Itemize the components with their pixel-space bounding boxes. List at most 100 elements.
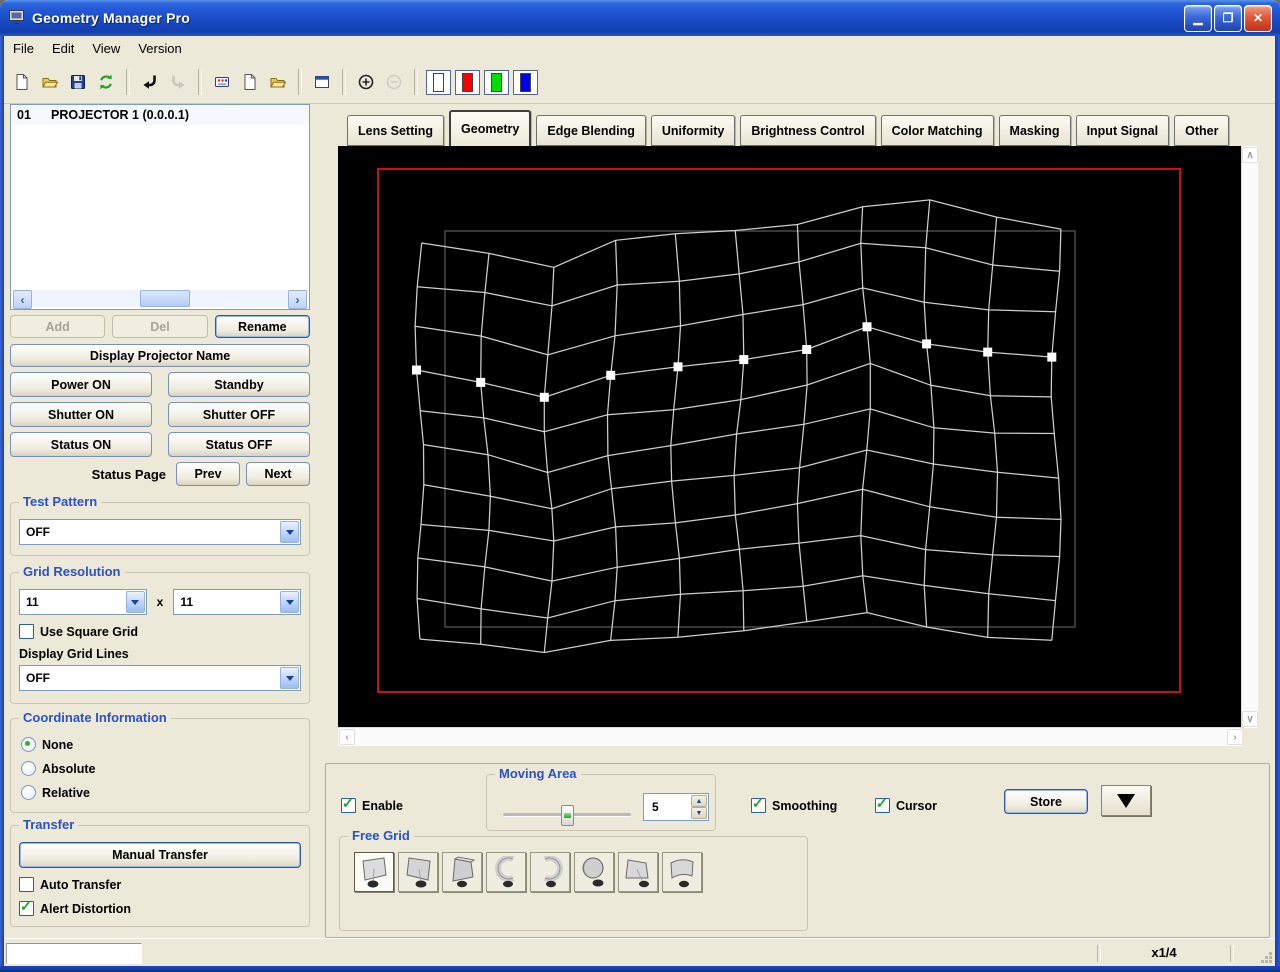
grid-handle[interactable]	[673, 362, 683, 372]
coordinate-option-none[interactable]: None	[21, 737, 299, 752]
projector-list-hscrollbar[interactable]: ‹ ›	[13, 290, 307, 309]
chevron-down-icon[interactable]	[280, 521, 299, 543]
standby-button[interactable]: Standby	[168, 372, 310, 397]
power-on-button[interactable]: Power ON	[10, 372, 152, 397]
status-off-button[interactable]: Status OFF	[168, 432, 310, 457]
minimize-button[interactable]: ▁	[1184, 4, 1212, 32]
cursor-checkbox[interactable]	[875, 795, 890, 813]
store-button[interactable]: Store	[1004, 789, 1088, 814]
alert-distortion-row[interactable]: Alert Distortion	[19, 898, 301, 916]
grid-h-select[interactable]: 11	[19, 589, 147, 615]
use-square-grid-checkbox[interactable]	[19, 624, 34, 639]
radio-absolute[interactable]	[21, 761, 36, 776]
alert-distortion-checkbox[interactable]	[19, 898, 34, 916]
refresh-button[interactable]	[92, 68, 120, 96]
tab-lens-setting[interactable]: Lens Setting	[347, 115, 445, 146]
scrollbar-track[interactable]	[32, 290, 288, 307]
screen-curve-button[interactable]	[662, 852, 702, 892]
zoom-out-button[interactable]	[380, 68, 408, 96]
grid-handle[interactable]	[983, 347, 993, 357]
grid-handle[interactable]	[739, 355, 749, 365]
menu-view[interactable]: View	[83, 38, 129, 59]
cursor-row[interactable]: Cursor	[875, 795, 937, 813]
display-projector-name-button[interactable]: Display Projector Name	[10, 344, 310, 367]
canvas-vscrollbar[interactable]: ∧ ∨	[1241, 146, 1258, 728]
screen-tilt-button[interactable]	[442, 852, 482, 892]
del-button[interactable]: Del	[112, 315, 208, 338]
grid-handle[interactable]	[862, 322, 872, 332]
spin-down-icon[interactable]: ▼	[691, 807, 707, 819]
tab-edge-blending[interactable]: Edge Blending	[536, 115, 646, 146]
cylinder-convex-button[interactable]	[530, 852, 570, 892]
remote-button[interactable]	[208, 68, 236, 96]
auto-transfer-row[interactable]: Auto Transfer	[19, 877, 301, 892]
tab-geometry[interactable]: Geometry	[449, 110, 532, 146]
shutter-off-button[interactable]: Shutter OFF	[168, 402, 310, 427]
coordinate-option-relative[interactable]: Relative	[21, 785, 299, 800]
save-button[interactable]	[64, 68, 92, 96]
scroll-right-icon[interactable]: ›	[288, 290, 307, 309]
sphere-button[interactable]	[574, 852, 614, 892]
grid-handle[interactable]	[412, 365, 421, 375]
smoothing-checkbox[interactable]	[751, 795, 766, 813]
menu-file[interactable]: File	[4, 38, 43, 59]
prev-button[interactable]: Prev	[176, 462, 240, 486]
resize-grip[interactable]	[1258, 949, 1272, 963]
canvas-hscrollbar[interactable]: ‹ ›	[338, 727, 1244, 746]
scrollbar-thumb[interactable]	[139, 290, 191, 307]
add-button[interactable]: Add	[10, 315, 106, 338]
test-pattern-select[interactable]: OFF	[19, 519, 301, 545]
projector-list-item[interactable]: 01 PROJECTOR 1 (0.0.0.1)	[11, 105, 309, 125]
store-dropdown-button[interactable]	[1101, 785, 1151, 816]
screen-angle-button[interactable]	[618, 852, 658, 892]
close-button[interactable]: ✕	[1244, 4, 1272, 32]
green-swatch-button[interactable]	[484, 69, 509, 95]
chevron-down-icon[interactable]	[280, 591, 299, 613]
tab-uniformity[interactable]: Uniformity	[650, 115, 736, 146]
scroll-right-icon[interactable]: ›	[1227, 729, 1243, 745]
projector-list[interactable]: 01 PROJECTOR 1 (0.0.0.1) ‹ ›	[10, 104, 310, 310]
zoom-in-button[interactable]	[352, 68, 380, 96]
spin-up-icon[interactable]: ▲	[691, 795, 707, 807]
new-page-button[interactable]	[236, 68, 264, 96]
enable-row[interactable]: Enable	[341, 795, 403, 813]
tab-brightness-control[interactable]: Brightness Control	[740, 115, 876, 146]
auto-transfer-checkbox[interactable]	[19, 877, 34, 892]
radio-none[interactable]	[21, 737, 36, 752]
manual-transfer-button[interactable]: Manual Transfer	[19, 842, 301, 868]
menu-edit[interactable]: Edit	[43, 38, 83, 59]
maximize-button[interactable]: ❐	[1214, 4, 1242, 32]
next-button[interactable]: Next	[246, 462, 310, 486]
radio-relative[interactable]	[21, 785, 36, 800]
blue-swatch-button[interactable]	[513, 69, 538, 95]
redo-button[interactable]	[164, 68, 192, 96]
chevron-down-icon[interactable]	[125, 591, 145, 613]
use-square-grid-row[interactable]: Use Square Grid	[19, 624, 301, 639]
geometry-canvas[interactable]: ∧ ∨ ‹ ›	[338, 146, 1258, 746]
enable-checkbox[interactable]	[341, 795, 356, 813]
window-button[interactable]	[308, 68, 336, 96]
scroll-up-icon[interactable]: ∧	[1242, 147, 1258, 163]
grid-handle[interactable]	[922, 339, 932, 349]
tab-input-signal[interactable]: Input Signal	[1075, 115, 1170, 146]
grid-handle[interactable]	[606, 370, 616, 380]
grid-handle[interactable]	[539, 392, 549, 402]
coordinate-option-absolute[interactable]: Absolute	[21, 761, 299, 776]
grid-handle[interactable]	[1047, 352, 1057, 362]
white-swatch-button[interactable]	[426, 69, 451, 95]
screen-flat-right-button[interactable]	[398, 852, 438, 892]
chevron-down-icon[interactable]	[280, 667, 299, 689]
open-file-button[interactable]	[36, 68, 64, 96]
display-grid-lines-select[interactable]: OFF	[19, 665, 301, 691]
screen-flat-left-button[interactable]	[354, 852, 394, 892]
open-folder-button[interactable]	[264, 68, 292, 96]
undo-button[interactable]	[136, 68, 164, 96]
new-file-button[interactable]	[8, 68, 36, 96]
grid-handle[interactable]	[802, 345, 812, 354]
menu-version[interactable]: Version	[129, 38, 190, 59]
smoothing-row[interactable]: Smoothing	[751, 795, 837, 813]
scroll-down-icon[interactable]: ∨	[1242, 711, 1258, 727]
slider-thumb[interactable]	[561, 805, 574, 826]
cylinder-concave-button[interactable]	[486, 852, 526, 892]
scroll-left-icon[interactable]: ‹	[13, 290, 32, 309]
